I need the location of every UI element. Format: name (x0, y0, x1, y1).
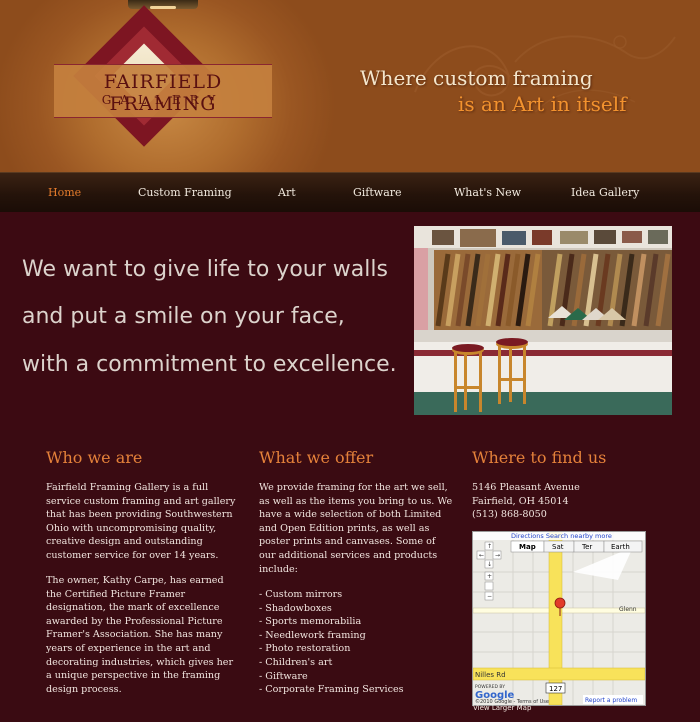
logo-subname[interactable]: GALLERY (54, 93, 272, 107)
list-item: - Needlework framing (259, 629, 366, 641)
svg-text:−: − (487, 593, 492, 600)
map-street-glenn: Glenn (619, 606, 637, 613)
list-item: - Shadowboxes (259, 602, 332, 614)
offer-list: - Custom mirrors - Shadowboxes - Sports m… (259, 588, 404, 697)
svg-text:↑: ↑ (487, 543, 492, 550)
nav-art[interactable]: Art (278, 186, 296, 199)
shop-photo (414, 226, 672, 415)
map-route-badge: 127 (549, 685, 562, 693)
street-address: 5146 Pleasant Avenue (472, 482, 580, 493)
who-heading: Who we are (46, 448, 143, 467)
who-paragraph-2: The owner, Kathy Carpe, has earned the Ce… (46, 575, 234, 695)
map-type-ter: Ter (581, 543, 592, 551)
city-address: Fairfield, OH 45014 (472, 495, 569, 507)
map-type-map: Map (519, 543, 536, 551)
nav-giftware[interactable]: Giftware (353, 186, 402, 199)
map-top-links: Directions Search nearby more (511, 532, 612, 540)
who-paragraph-1: Fairfield Framing Gallery is a full servi… (46, 482, 236, 561)
nav-whats-new[interactable]: What's New (454, 186, 521, 199)
svg-text:+: + (487, 573, 492, 580)
main-nav: Home Custom Framing Art Giftware What's … (0, 172, 700, 214)
site-header: FAIRFIELD FRAMING GALLERY Where custom f… (0, 0, 700, 172)
nav-home[interactable]: Home (48, 186, 81, 199)
offer-paragraph: We provide framing for the art we sell, a… (259, 482, 453, 575)
hero-line-2: and put a smile on your face, (22, 304, 345, 329)
address-block: 5146 Pleasant Avenue Fairfield, OH 45014… (472, 481, 580, 522)
map-street-nilles: Nilles Rd (475, 671, 506, 679)
nav-idea-gallery[interactable]: Idea Gallery (571, 186, 639, 199)
svg-text:↓: ↓ (487, 561, 492, 568)
tagline-line1: Where custom framing (360, 66, 593, 90)
report-problem-link: Report a problem (585, 697, 637, 704)
svg-text:←: ← (479, 552, 484, 559)
svg-text:→: → (495, 552, 500, 559)
hero-line-1: We want to give life to your walls (22, 257, 388, 282)
view-larger-map-link[interactable]: View Larger Map (473, 704, 531, 712)
tagline-line2: is an Art in itself (458, 92, 627, 116)
lamp-light (150, 6, 176, 9)
list-item: - Corporate Framing Services (259, 684, 404, 696)
list-item: - Sports memorabilia (259, 616, 362, 628)
list-item: - Custom mirrors (259, 589, 343, 600)
map-type-earth: Earth (611, 543, 630, 551)
find-heading: Where to find us (472, 448, 607, 467)
map-type-sat: Sat (552, 543, 564, 551)
nav-custom-framing[interactable]: Custom Framing (138, 186, 232, 199)
hero-line-3: with a commitment to excellence. (22, 352, 397, 377)
phone-number: (513) 868-8050 (472, 509, 547, 521)
list-item: - Photo restoration (259, 643, 351, 655)
offer-heading: What we offer (259, 448, 374, 467)
list-item: - Children's art (259, 656, 333, 668)
list-item: - Giftware (259, 670, 308, 682)
google-map[interactable]: Directions Search nearby more Map Sat Te… (472, 531, 646, 706)
